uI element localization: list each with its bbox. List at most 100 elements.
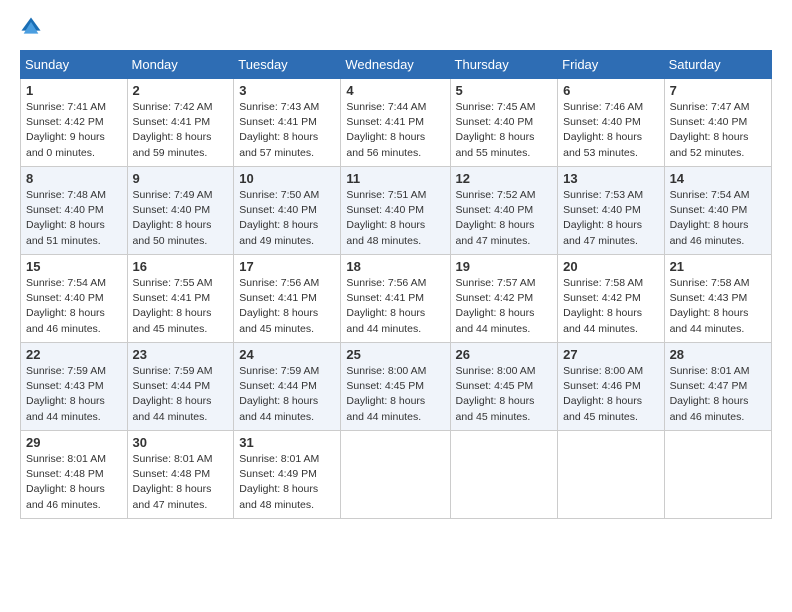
day-number: 11 xyxy=(346,171,444,186)
day-cell: 21 Sunrise: 7:58 AMSunset: 4:43 PMDaylig… xyxy=(664,255,771,343)
cell-content: Sunrise: 7:41 AMSunset: 4:42 PMDaylight:… xyxy=(26,101,106,159)
week-row-5: 29 Sunrise: 8:01 AMSunset: 4:48 PMDaylig… xyxy=(21,431,772,519)
week-row-2: 8 Sunrise: 7:48 AMSunset: 4:40 PMDayligh… xyxy=(21,167,772,255)
day-cell: 19 Sunrise: 7:57 AMSunset: 4:42 PMDaylig… xyxy=(450,255,558,343)
weekday-header-saturday: Saturday xyxy=(664,51,771,79)
week-row-4: 22 Sunrise: 7:59 AMSunset: 4:43 PMDaylig… xyxy=(21,343,772,431)
day-number: 14 xyxy=(670,171,766,186)
cell-content: Sunrise: 7:49 AMSunset: 4:40 PMDaylight:… xyxy=(133,189,213,247)
day-cell: 20 Sunrise: 7:58 AMSunset: 4:42 PMDaylig… xyxy=(558,255,664,343)
day-number: 23 xyxy=(133,347,229,362)
day-number: 25 xyxy=(346,347,444,362)
weekday-header-thursday: Thursday xyxy=(450,51,558,79)
cell-content: Sunrise: 8:00 AMSunset: 4:45 PMDaylight:… xyxy=(456,365,536,423)
cell-content: Sunrise: 7:47 AMSunset: 4:40 PMDaylight:… xyxy=(670,101,750,159)
day-number: 5 xyxy=(456,83,553,98)
weekday-header-tuesday: Tuesday xyxy=(234,51,341,79)
day-cell: 3 Sunrise: 7:43 AMSunset: 4:41 PMDayligh… xyxy=(234,79,341,167)
day-number: 19 xyxy=(456,259,553,274)
day-number: 12 xyxy=(456,171,553,186)
cell-content: Sunrise: 7:54 AMSunset: 4:40 PMDaylight:… xyxy=(670,189,750,247)
day-cell xyxy=(450,431,558,519)
day-cell: 9 Sunrise: 7:49 AMSunset: 4:40 PMDayligh… xyxy=(127,167,234,255)
weekday-header-sunday: Sunday xyxy=(21,51,128,79)
day-cell: 11 Sunrise: 7:51 AMSunset: 4:40 PMDaylig… xyxy=(341,167,450,255)
cell-content: Sunrise: 7:55 AMSunset: 4:41 PMDaylight:… xyxy=(133,277,213,335)
cell-content: Sunrise: 7:52 AMSunset: 4:40 PMDaylight:… xyxy=(456,189,536,247)
day-cell: 1 Sunrise: 7:41 AMSunset: 4:42 PMDayligh… xyxy=(21,79,128,167)
cell-content: Sunrise: 8:01 AMSunset: 4:47 PMDaylight:… xyxy=(670,365,750,423)
day-cell xyxy=(664,431,771,519)
day-cell: 24 Sunrise: 7:59 AMSunset: 4:44 PMDaylig… xyxy=(234,343,341,431)
day-cell: 18 Sunrise: 7:56 AMSunset: 4:41 PMDaylig… xyxy=(341,255,450,343)
day-number: 26 xyxy=(456,347,553,362)
day-number: 6 xyxy=(563,83,658,98)
day-number: 2 xyxy=(133,83,229,98)
day-cell xyxy=(558,431,664,519)
logo-icon xyxy=(20,16,42,38)
day-number: 3 xyxy=(239,83,335,98)
cell-content: Sunrise: 8:01 AMSunset: 4:49 PMDaylight:… xyxy=(239,453,319,511)
day-number: 30 xyxy=(133,435,229,450)
day-number: 16 xyxy=(133,259,229,274)
day-cell: 7 Sunrise: 7:47 AMSunset: 4:40 PMDayligh… xyxy=(664,79,771,167)
day-number: 22 xyxy=(26,347,122,362)
cell-content: Sunrise: 7:59 AMSunset: 4:44 PMDaylight:… xyxy=(239,365,319,423)
day-cell: 22 Sunrise: 7:59 AMSunset: 4:43 PMDaylig… xyxy=(21,343,128,431)
day-number: 28 xyxy=(670,347,766,362)
cell-content: Sunrise: 8:00 AMSunset: 4:46 PMDaylight:… xyxy=(563,365,643,423)
day-cell: 6 Sunrise: 7:46 AMSunset: 4:40 PMDayligh… xyxy=(558,79,664,167)
weekday-header-row: SundayMondayTuesdayWednesdayThursdayFrid… xyxy=(21,51,772,79)
cell-content: Sunrise: 7:51 AMSunset: 4:40 PMDaylight:… xyxy=(346,189,426,247)
weekday-header-monday: Monday xyxy=(127,51,234,79)
day-cell: 28 Sunrise: 8:01 AMSunset: 4:47 PMDaylig… xyxy=(664,343,771,431)
logo xyxy=(20,16,46,38)
day-cell: 31 Sunrise: 8:01 AMSunset: 4:49 PMDaylig… xyxy=(234,431,341,519)
day-cell: 23 Sunrise: 7:59 AMSunset: 4:44 PMDaylig… xyxy=(127,343,234,431)
day-number: 18 xyxy=(346,259,444,274)
day-cell: 10 Sunrise: 7:50 AMSunset: 4:40 PMDaylig… xyxy=(234,167,341,255)
day-number: 4 xyxy=(346,83,444,98)
cell-content: Sunrise: 7:54 AMSunset: 4:40 PMDaylight:… xyxy=(26,277,106,335)
day-cell: 25 Sunrise: 8:00 AMSunset: 4:45 PMDaylig… xyxy=(341,343,450,431)
calendar-table: SundayMondayTuesdayWednesdayThursdayFrid… xyxy=(20,50,772,519)
day-cell: 27 Sunrise: 8:00 AMSunset: 4:46 PMDaylig… xyxy=(558,343,664,431)
cell-content: Sunrise: 7:48 AMSunset: 4:40 PMDaylight:… xyxy=(26,189,106,247)
week-row-1: 1 Sunrise: 7:41 AMSunset: 4:42 PMDayligh… xyxy=(21,79,772,167)
day-cell: 16 Sunrise: 7:55 AMSunset: 4:41 PMDaylig… xyxy=(127,255,234,343)
day-cell: 15 Sunrise: 7:54 AMSunset: 4:40 PMDaylig… xyxy=(21,255,128,343)
cell-content: Sunrise: 8:01 AMSunset: 4:48 PMDaylight:… xyxy=(133,453,213,511)
day-cell: 12 Sunrise: 7:52 AMSunset: 4:40 PMDaylig… xyxy=(450,167,558,255)
day-cell: 17 Sunrise: 7:56 AMSunset: 4:41 PMDaylig… xyxy=(234,255,341,343)
day-number: 17 xyxy=(239,259,335,274)
day-cell: 30 Sunrise: 8:01 AMSunset: 4:48 PMDaylig… xyxy=(127,431,234,519)
day-cell: 26 Sunrise: 8:00 AMSunset: 4:45 PMDaylig… xyxy=(450,343,558,431)
day-number: 1 xyxy=(26,83,122,98)
cell-content: Sunrise: 8:01 AMSunset: 4:48 PMDaylight:… xyxy=(26,453,106,511)
day-cell xyxy=(341,431,450,519)
day-number: 21 xyxy=(670,259,766,274)
cell-content: Sunrise: 8:00 AMSunset: 4:45 PMDaylight:… xyxy=(346,365,426,423)
cell-content: Sunrise: 7:56 AMSunset: 4:41 PMDaylight:… xyxy=(346,277,426,335)
day-number: 29 xyxy=(26,435,122,450)
day-number: 31 xyxy=(239,435,335,450)
cell-content: Sunrise: 7:46 AMSunset: 4:40 PMDaylight:… xyxy=(563,101,643,159)
day-cell: 29 Sunrise: 8:01 AMSunset: 4:48 PMDaylig… xyxy=(21,431,128,519)
weekday-header-friday: Friday xyxy=(558,51,664,79)
day-cell: 8 Sunrise: 7:48 AMSunset: 4:40 PMDayligh… xyxy=(21,167,128,255)
cell-content: Sunrise: 7:42 AMSunset: 4:41 PMDaylight:… xyxy=(133,101,213,159)
cell-content: Sunrise: 7:45 AMSunset: 4:40 PMDaylight:… xyxy=(456,101,536,159)
cell-content: Sunrise: 7:59 AMSunset: 4:43 PMDaylight:… xyxy=(26,365,106,423)
day-cell: 5 Sunrise: 7:45 AMSunset: 4:40 PMDayligh… xyxy=(450,79,558,167)
weekday-header-wednesday: Wednesday xyxy=(341,51,450,79)
day-number: 7 xyxy=(670,83,766,98)
day-number: 15 xyxy=(26,259,122,274)
cell-content: Sunrise: 7:44 AMSunset: 4:41 PMDaylight:… xyxy=(346,101,426,159)
day-number: 13 xyxy=(563,171,658,186)
day-cell: 13 Sunrise: 7:53 AMSunset: 4:40 PMDaylig… xyxy=(558,167,664,255)
week-row-3: 15 Sunrise: 7:54 AMSunset: 4:40 PMDaylig… xyxy=(21,255,772,343)
cell-content: Sunrise: 7:59 AMSunset: 4:44 PMDaylight:… xyxy=(133,365,213,423)
day-cell: 2 Sunrise: 7:42 AMSunset: 4:41 PMDayligh… xyxy=(127,79,234,167)
day-number: 10 xyxy=(239,171,335,186)
cell-content: Sunrise: 7:58 AMSunset: 4:42 PMDaylight:… xyxy=(563,277,643,335)
